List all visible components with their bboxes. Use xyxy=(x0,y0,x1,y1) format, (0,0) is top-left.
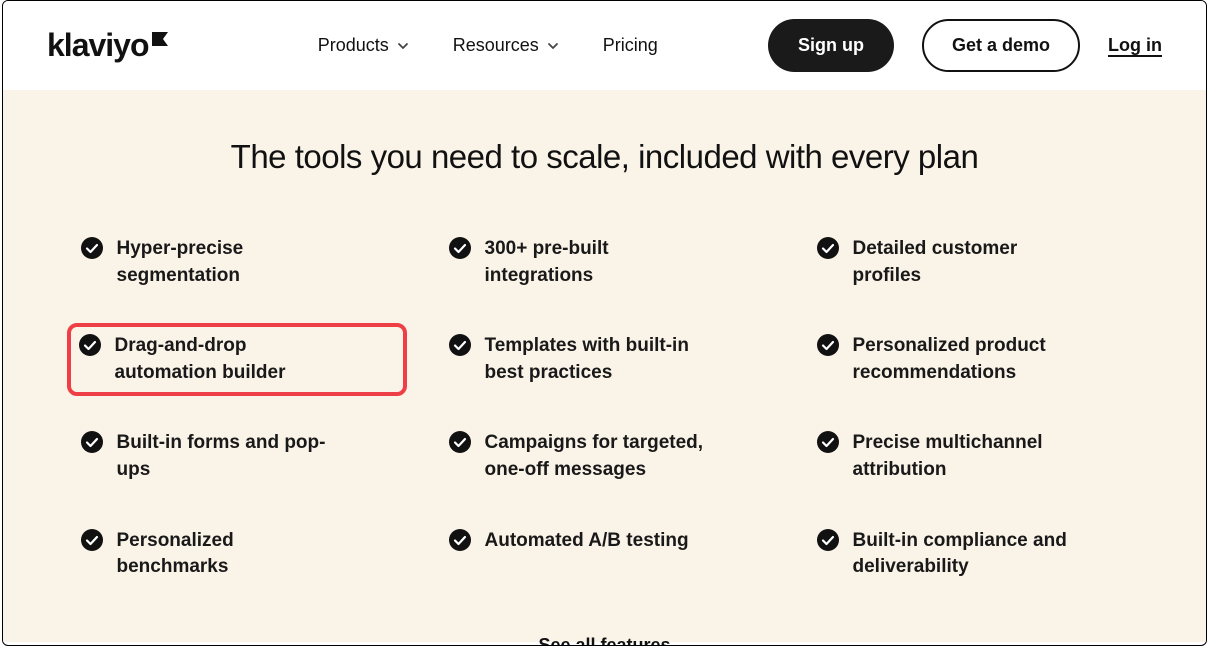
nav-label: Products xyxy=(318,35,389,56)
check-circle-icon xyxy=(449,529,471,551)
feature-text: Hyper-precise segmentation xyxy=(117,236,347,289)
features-grid: Hyper-precise segmentation 300+ pre-built… xyxy=(75,232,1135,585)
check-circle-icon xyxy=(817,431,839,453)
feature-text: Personalized benchmarks xyxy=(117,528,347,581)
header-actions: Sign up Get a demo Log in xyxy=(768,19,1162,72)
chevron-down-icon xyxy=(397,40,409,52)
nav-item-pricing[interactable]: Pricing xyxy=(603,35,658,56)
feature-text: Personalized product recommendations xyxy=(853,333,1083,386)
check-circle-icon xyxy=(81,431,103,453)
feature-item: Precise multichannel attribution xyxy=(811,426,1135,487)
see-all-container: See all features xyxy=(63,635,1146,646)
features-section: The tools you need to scale, included wi… xyxy=(3,90,1206,642)
check-circle-icon xyxy=(449,237,471,259)
check-circle-icon xyxy=(449,431,471,453)
feature-item: Detailed customer profiles xyxy=(811,232,1135,293)
check-circle-icon xyxy=(817,529,839,551)
feature-text: Detailed customer profiles xyxy=(853,236,1083,289)
feature-item: Built-in forms and pop-ups xyxy=(75,426,399,487)
nav-label: Resources xyxy=(453,35,539,56)
feature-item: Personalized product recommendations xyxy=(811,329,1135,390)
feature-text: Automated A/B testing xyxy=(485,528,689,555)
chevron-down-icon xyxy=(547,40,559,52)
feature-item: Drag-and-drop automation builder xyxy=(67,323,407,396)
feature-item: Templates with built-in best practices xyxy=(443,329,767,390)
feature-text: Precise multichannel attribution xyxy=(853,430,1083,483)
see-all-features-link[interactable]: See all features xyxy=(538,635,670,646)
feature-item: Hyper-precise segmentation xyxy=(75,232,399,293)
feature-text: Built-in compliance and deliverability xyxy=(853,528,1083,581)
feature-text: Drag-and-drop automation builder xyxy=(115,333,345,386)
logo-text: klaviyo xyxy=(47,27,149,64)
feature-text: 300+ pre-built integrations xyxy=(485,236,715,289)
check-circle-icon xyxy=(81,529,103,551)
main-nav: Products Resources Pricing xyxy=(318,35,658,56)
nav-label: Pricing xyxy=(603,35,658,56)
check-circle-icon xyxy=(817,334,839,356)
logo-mark-icon xyxy=(152,32,168,46)
check-circle-icon xyxy=(449,334,471,356)
nav-item-resources[interactable]: Resources xyxy=(453,35,559,56)
check-circle-icon xyxy=(817,237,839,259)
feature-item: Campaigns for targeted, one-off messages xyxy=(443,426,767,487)
signup-button[interactable]: Sign up xyxy=(768,19,894,72)
feature-text: Campaigns for targeted, one-off messages xyxy=(485,430,715,483)
feature-item: Built-in compliance and deliverability xyxy=(811,524,1135,585)
logo[interactable]: klaviyo xyxy=(47,27,168,64)
feature-item: Personalized benchmarks xyxy=(75,524,399,585)
login-link[interactable]: Log in xyxy=(1108,35,1162,56)
feature-text: Templates with built-in best practices xyxy=(485,333,715,386)
feature-text: Built-in forms and pop-ups xyxy=(117,430,347,483)
feature-item: Automated A/B testing xyxy=(443,524,767,585)
nav-item-products[interactable]: Products xyxy=(318,35,409,56)
site-header: klaviyo Products Resources Pricing xyxy=(3,1,1206,90)
check-circle-icon xyxy=(79,334,101,356)
feature-item: 300+ pre-built integrations xyxy=(443,232,767,293)
check-circle-icon xyxy=(81,237,103,259)
section-heading: The tools you need to scale, included wi… xyxy=(63,138,1146,176)
get-demo-button[interactable]: Get a demo xyxy=(922,19,1080,72)
